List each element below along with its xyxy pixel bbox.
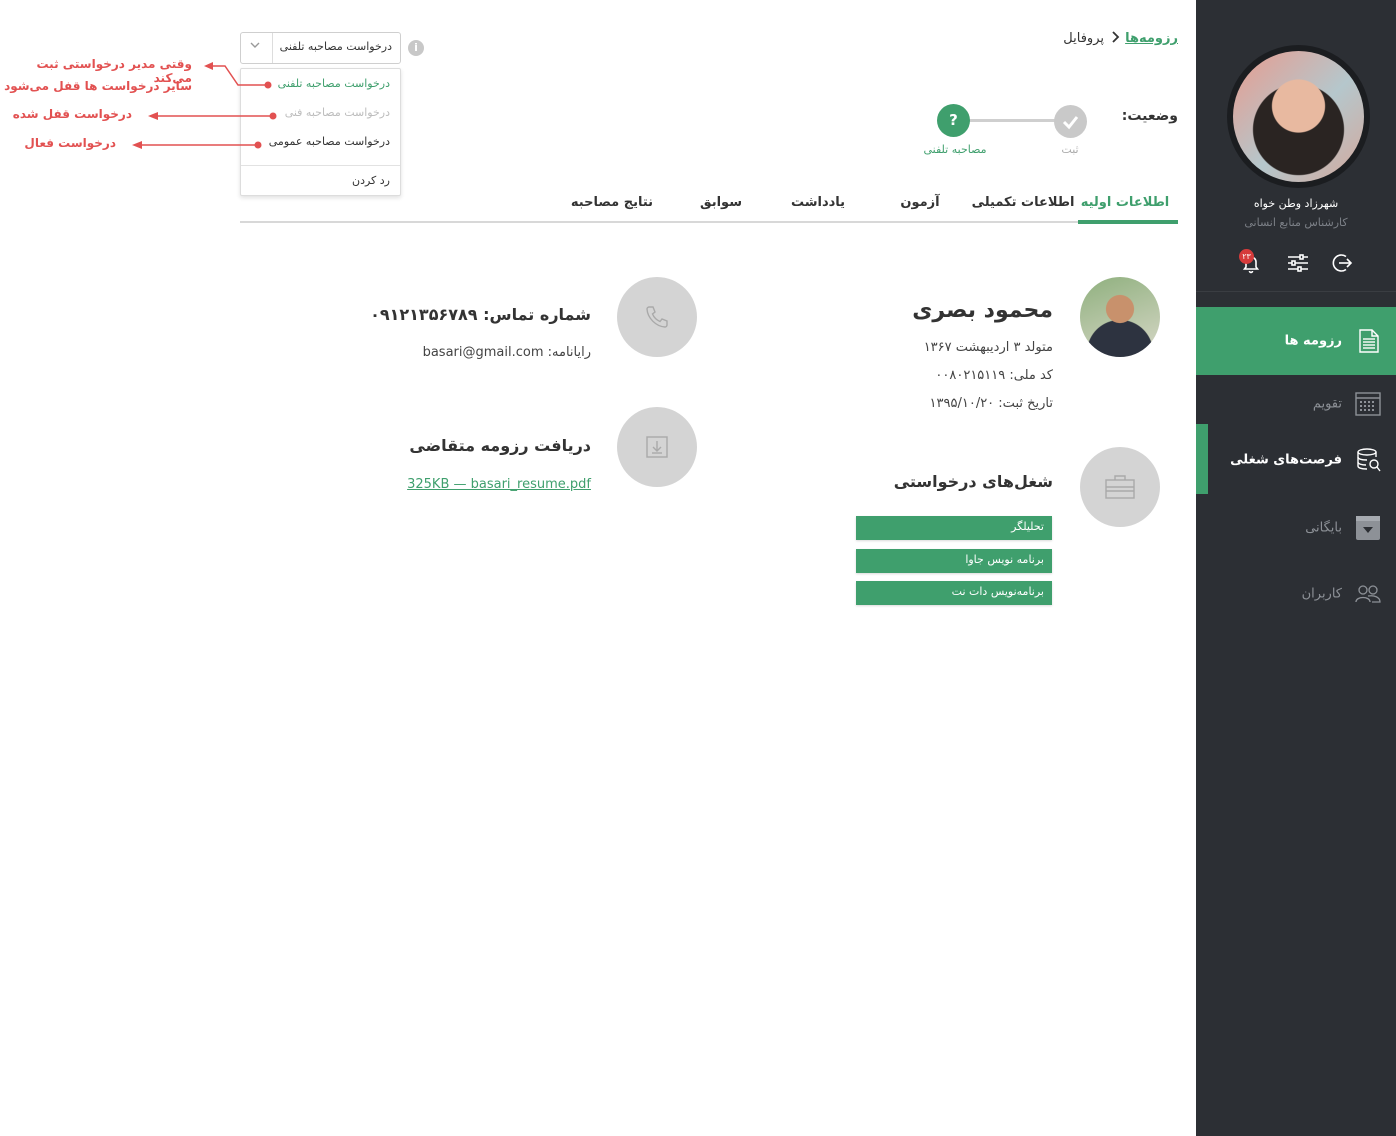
tab-interview-results[interactable]: نتایج مصاحبه bbox=[560, 195, 664, 210]
sidebar-divider bbox=[1196, 291, 1396, 292]
tab-active-indicator bbox=[1078, 220, 1178, 224]
step-label-phone-interview: مصاحبه تلفنی bbox=[923, 143, 987, 156]
tab-history[interactable]: سوابق bbox=[690, 195, 752, 210]
stepper-connector bbox=[968, 119, 1056, 122]
candidate-birth-date: متولد ۳ اردیبهشت ۱۳۶۷ bbox=[923, 340, 1053, 355]
annotation-locked-request: درخواست قفل شده bbox=[12, 107, 132, 121]
annotation-active-request: درخواست فعال bbox=[24, 136, 116, 150]
user-role: کارشناس منابع انسانی bbox=[1244, 216, 1348, 229]
candidate-email: رایانامه: basari@gmail.com bbox=[422, 345, 591, 360]
sidebar-item-archive[interactable]: بایگانی bbox=[1196, 494, 1396, 562]
user-avatar[interactable] bbox=[1233, 51, 1364, 182]
tabs-underline bbox=[240, 221, 1178, 223]
tab-notes[interactable]: یادداشت bbox=[770, 195, 866, 210]
phone-icon[interactable] bbox=[617, 277, 697, 357]
info-icon[interactable]: i bbox=[408, 40, 424, 56]
users-icon bbox=[1354, 580, 1382, 608]
sidebar-item-label: تقویم bbox=[1312, 396, 1342, 412]
requested-jobs-title: شغل‌های درخواستی bbox=[893, 472, 1053, 491]
calendar-icon bbox=[1354, 390, 1382, 418]
sidebar-item-users[interactable]: کاربران bbox=[1196, 560, 1396, 628]
logout-icon[interactable] bbox=[1330, 251, 1354, 275]
job-tag: تحلیلگر bbox=[856, 516, 1052, 540]
menu-item-reject[interactable]: رد کردن bbox=[240, 174, 390, 187]
sidebar-item-jobs[interactable]: فرصت‌های شغلی bbox=[1196, 426, 1396, 494]
tab-exam[interactable]: آزمون bbox=[885, 195, 955, 210]
menu-divider bbox=[241, 165, 400, 166]
resume-download-title: دریافت رزومه متقاضی bbox=[409, 436, 591, 455]
job-search-icon bbox=[1354, 446, 1382, 474]
candidate-avatar bbox=[1080, 277, 1160, 357]
archive-icon bbox=[1354, 514, 1382, 542]
status-label: وضعیت: bbox=[1121, 108, 1178, 124]
sidebar-item-label: رزومه ها bbox=[1284, 333, 1342, 349]
breadcrumb-current: پروفایل bbox=[1063, 31, 1104, 46]
candidate-phone: شماره تماس: ۰۹۱۲۱۳۵۶۷۸۹ bbox=[370, 305, 591, 324]
chevron-right-icon bbox=[1110, 30, 1120, 48]
step-current-question-icon: ? bbox=[937, 104, 970, 137]
breadcrumb-resumes-link[interactable]: رزومه‌ها bbox=[1120, 31, 1178, 46]
user-name: شهرزاد وطن خواه bbox=[1253, 197, 1339, 210]
notification-badge: ۲۳ bbox=[1239, 249, 1254, 264]
candidate-name: محمود بصری bbox=[912, 298, 1053, 323]
sidebar-item-label: فرصت‌های شغلی bbox=[1230, 452, 1342, 468]
job-tag: برنامه‌نویس دات نت bbox=[856, 581, 1052, 605]
download-icon[interactable] bbox=[617, 407, 697, 487]
annotation-note-lock-line2: سایر درخواست ها قفل می‌شود bbox=[4, 79, 192, 93]
step-label-registered: ثبت bbox=[1061, 143, 1079, 156]
briefcase-icon bbox=[1080, 447, 1160, 527]
tab-basic-info[interactable]: اطلاعات اولیه bbox=[1078, 195, 1172, 210]
candidate-registration-date: تاریخ ثبت: ۱۳۹۵/۱۰/۲۰ bbox=[929, 396, 1053, 411]
sidebar-item-label: بایگانی bbox=[1305, 520, 1342, 536]
document-icon bbox=[1354, 327, 1382, 355]
tab-additional-info[interactable]: اطلاعات تکمیلی bbox=[968, 195, 1078, 210]
step-done-check-icon bbox=[1054, 105, 1087, 138]
job-tag: برنامه نویس جاوا bbox=[856, 549, 1052, 573]
resume-file-link[interactable]: 325KB — basari_resume.pdf bbox=[360, 477, 591, 492]
sidebar-item-label: کاربران bbox=[1301, 586, 1342, 602]
candidate-national-id: کد ملی: ۰۰۸۰۲۱۵۱۱۹ bbox=[935, 368, 1053, 383]
settings-sliders-icon[interactable] bbox=[1286, 251, 1310, 275]
sidebar-item-resumes[interactable]: رزومه ها bbox=[1196, 307, 1396, 375]
